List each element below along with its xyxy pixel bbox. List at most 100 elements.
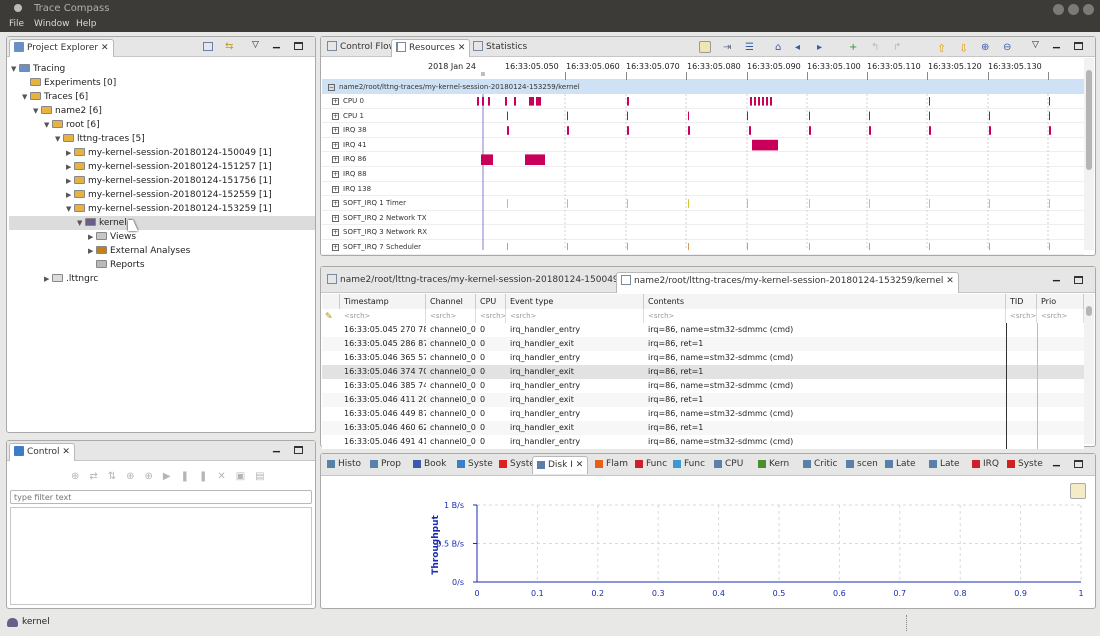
state-interval[interactable] — [1049, 111, 1050, 121]
minimize-panel-icon[interactable]: ▁ — [273, 39, 280, 49]
tree-item[interactable]: ▼ name2 [6] — [33, 104, 102, 118]
expand-toggle-icon[interactable]: ▼ — [22, 90, 30, 104]
tree-item[interactable]: ▼ lttng-traces [5] — [55, 132, 145, 146]
state-interval[interactable] — [482, 97, 484, 106]
minimize-panel-icon[interactable]: ▁ — [1053, 457, 1060, 467]
collapse-all-icon[interactable] — [203, 42, 213, 51]
state-interval[interactable] — [747, 111, 748, 121]
expand-toggle-icon[interactable]: ▶ — [66, 146, 74, 160]
state-interval[interactable] — [488, 97, 490, 106]
zoom-in-icon[interactable]: ⊕ — [981, 42, 993, 54]
up-arrow-icon[interactable]: ⇧ — [937, 42, 949, 55]
tree-item[interactable]: ▼ root [6] — [44, 118, 100, 132]
tab-control[interactable]: Control ✕ — [9, 443, 75, 461]
home-icon[interactable]: ⌂ — [775, 42, 787, 54]
filter-icon[interactable]: ✎ — [325, 312, 333, 322]
state-interval[interactable] — [567, 111, 568, 121]
expand-toggle-icon[interactable]: ▶ — [88, 244, 96, 258]
collapse-icon[interactable]: − — [328, 84, 335, 91]
tree-item[interactable]: ▶ .lttngrc — [44, 272, 98, 286]
tree-item[interactable]: ▶ Views — [88, 230, 136, 244]
state-interval[interactable] — [758, 97, 760, 106]
state-interval[interactable] — [869, 243, 870, 250]
state-interval[interactable] — [507, 126, 509, 135]
tab-bottom-view[interactable]: Prop — [366, 456, 405, 474]
column-header[interactable]: TID — [1006, 294, 1037, 309]
tab-bottom-view[interactable]: Func — [669, 456, 709, 474]
close-icon[interactable]: ✕ — [458, 43, 466, 53]
state-interval[interactable] — [688, 243, 689, 250]
maximize-panel-icon[interactable] — [294, 42, 303, 50]
column-header[interactable]: Contents — [644, 294, 1006, 309]
state-interval[interactable] — [1049, 243, 1050, 250]
state-interval[interactable] — [627, 111, 628, 121]
state-interval[interactable] — [929, 111, 930, 121]
tab-bottom-view[interactable]: Syste — [1003, 456, 1047, 474]
state-interval[interactable] — [750, 97, 752, 106]
state-interval[interactable] — [567, 126, 569, 135]
table-row[interactable]: 16:33:05.046 449 871 channel0_0 0 irq_handl… — [322, 407, 1084, 421]
state-interval[interactable] — [627, 97, 629, 106]
state-interval[interactable] — [688, 126, 690, 135]
state-interval[interactable] — [1049, 97, 1050, 106]
next-bookmark-icon[interactable]: ↱ — [893, 42, 905, 54]
search-field[interactable]: <srch> — [506, 309, 644, 323]
state-interval[interactable] — [762, 97, 764, 106]
state-interval[interactable] — [770, 97, 772, 106]
expand-toggle-icon[interactable]: ▼ — [11, 62, 19, 76]
tree-item[interactable]: ▶ my-kernel-session-20180124-150049 [1] — [66, 146, 272, 160]
tab-bottom-view[interactable]: Late — [925, 456, 964, 474]
table-row[interactable]: 16:33:05.046 365 579 channel0_0 0 irq_handl… — [322, 351, 1084, 365]
next-marker-icon[interactable]: ⇥ — [723, 42, 735, 54]
tab-bottom-view[interactable]: Critic — [799, 456, 841, 474]
column-header[interactable]: Timestamp — [340, 294, 426, 309]
column-header[interactable]: Prio — [1037, 294, 1084, 309]
legend-icon[interactable]: ☰ — [745, 42, 757, 54]
maximize-panel-icon[interactable] — [1074, 460, 1083, 468]
state-interval[interactable] — [929, 199, 930, 208]
tab-events-150049[interactable]: name2/root/lttng-traces/my-kernel-sessio… — [323, 272, 653, 290]
expand-toggle-icon[interactable]: ▶ — [66, 174, 74, 188]
tab-bottom-view[interactable]: Book — [409, 456, 450, 474]
state-interval[interactable] — [809, 126, 811, 135]
state-interval[interactable] — [529, 97, 534, 106]
maximize-panel-icon[interactable] — [1074, 276, 1083, 284]
view-menu-icon[interactable]: ▽ — [252, 40, 259, 50]
expand-toggle-icon[interactable]: ▼ — [55, 132, 63, 146]
tree-item[interactable]: Reports — [88, 258, 145, 272]
table-row[interactable]: 16:33:05.046 411 204 channel0_0 0 irq_handl… — [322, 393, 1084, 407]
tab-bottom-view[interactable]: Histo — [323, 456, 365, 474]
expand-toggle-icon[interactable]: ▶ — [66, 160, 74, 174]
state-interval[interactable] — [1049, 199, 1050, 208]
table-row[interactable]: 16:33:05.046 491 412 channel0_0 0 irq_handl… — [322, 435, 1084, 449]
view-menu-icon[interactable]: ▽ — [1032, 40, 1039, 50]
tab-bottom-view[interactable]: Syste — [453, 456, 497, 474]
state-interval[interactable] — [929, 126, 931, 135]
state-interval[interactable] — [989, 199, 990, 208]
throughput-chart[interactable]: 0 0.1 0.2 0.3 0.4 0.5 0.6 0.7 0.8 0.9 11 B/s0.5 B/… — [322, 494, 1092, 606]
state-interval[interactable] — [929, 97, 930, 106]
minimize-panel-icon[interactable]: ▁ — [273, 443, 280, 453]
tree-item[interactable]: ▼ Tracing — [11, 62, 65, 76]
tree-item[interactable]: ▶ my-kernel-session-20180124-151257 [1] — [66, 160, 272, 174]
state-interval[interactable] — [747, 199, 748, 208]
state-interval[interactable] — [688, 199, 689, 208]
state-interval[interactable] — [477, 97, 479, 106]
column-header[interactable]: Event type — [506, 294, 644, 309]
tab-bottom-view[interactable]: Disk I ✕ — [532, 456, 589, 474]
tree-item[interactable]: ▼ my-kernel-session-20180124-153259 [1] — [66, 202, 272, 216]
state-interval[interactable] — [514, 97, 516, 106]
zoom-out-icon[interactable]: ⊖ — [1003, 42, 1015, 54]
menu-window[interactable]: Window — [34, 19, 70, 29]
state-interval[interactable] — [507, 111, 508, 121]
minimize-panel-icon[interactable]: ▁ — [1053, 39, 1060, 49]
tab-bottom-view[interactable]: Late — [881, 456, 920, 474]
table-row[interactable]: 16:33:05.046 374 704 channel0_0 0 irq_handl… — [322, 365, 1084, 379]
table-row[interactable]: 16:33:05.046 385 746 channel0_0 0 irq_handl… — [322, 379, 1084, 393]
tab-bottom-view[interactable]: CPU — [710, 456, 747, 474]
down-arrow-icon[interactable]: ⇩ — [959, 42, 971, 55]
column-header[interactable]: CPU — [476, 294, 506, 309]
search-field[interactable]: <srch> — [1006, 309, 1037, 323]
state-interval[interactable] — [1049, 126, 1051, 135]
state-interval[interactable] — [752, 139, 778, 151]
